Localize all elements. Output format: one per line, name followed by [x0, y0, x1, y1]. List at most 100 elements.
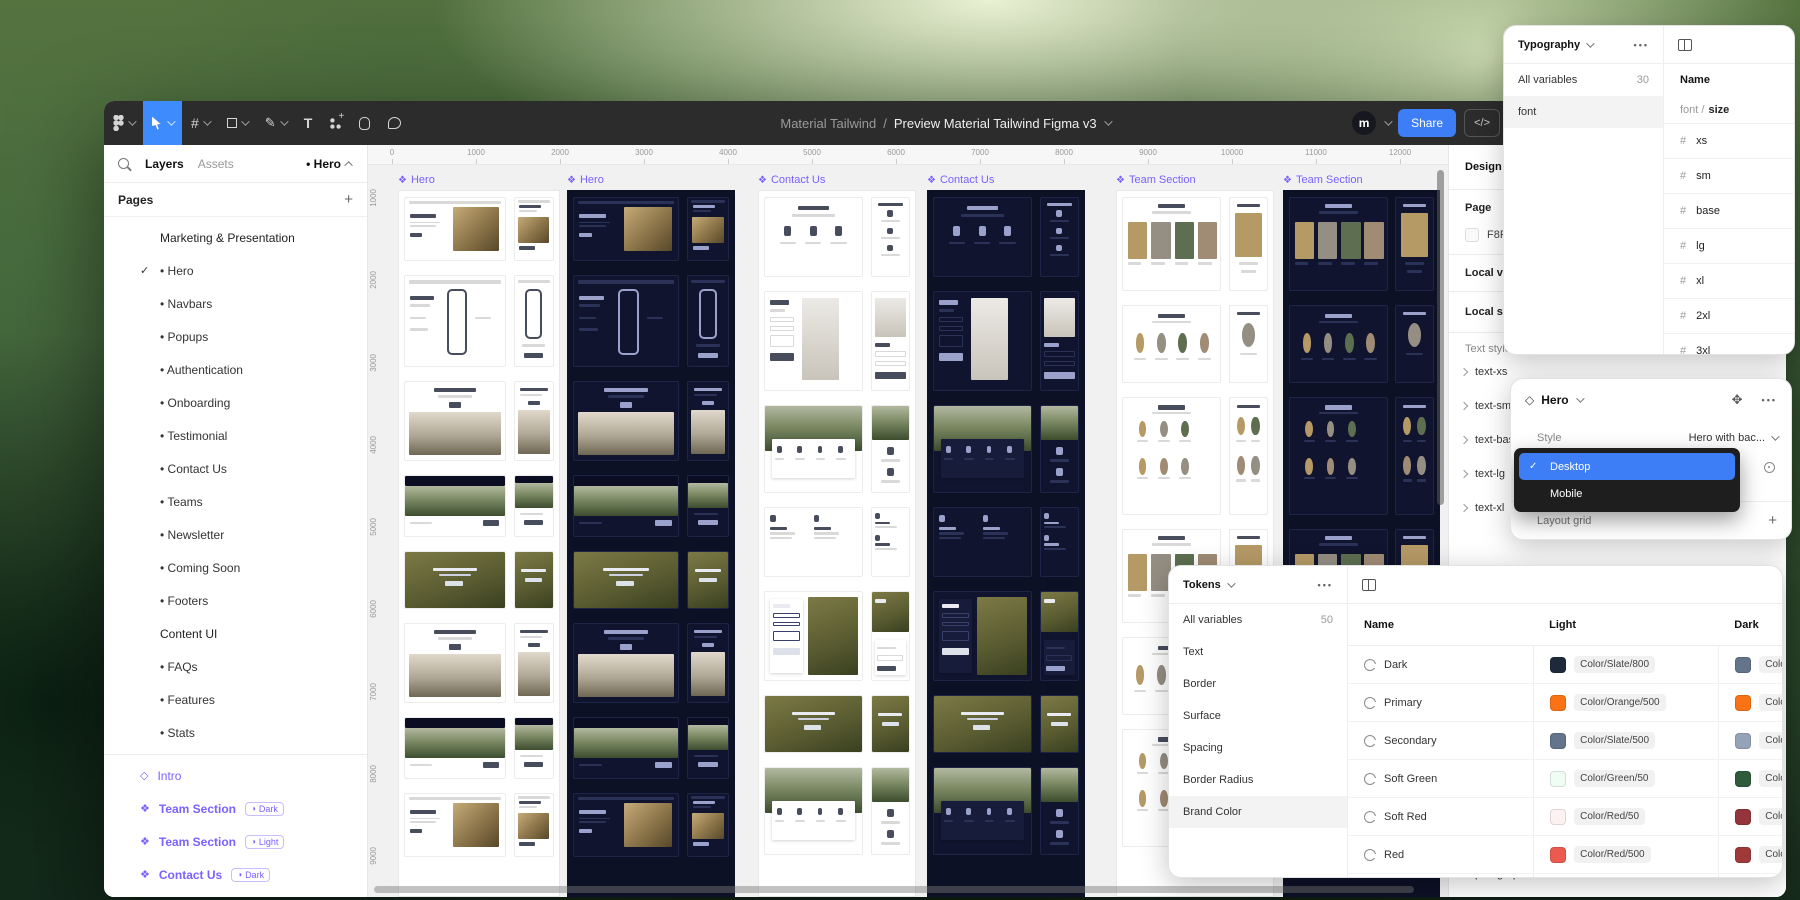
mobile-thumbnail[interactable] — [1395, 397, 1434, 515]
move-tool-button[interactable] — [143, 101, 182, 145]
desktop-thumbnail[interactable] — [933, 197, 1032, 277]
desktop-thumbnail[interactable] — [1122, 197, 1221, 291]
page-item[interactable]: • Footers — [104, 584, 367, 617]
variable-alias-chip[interactable]: Color/Green/50 — [1574, 770, 1654, 787]
dev-mode-toggle[interactable]: </> — [1464, 109, 1500, 137]
mobile-thumbnail[interactable] — [1040, 197, 1079, 277]
desktop-thumbnail[interactable] — [933, 405, 1032, 493]
variable-alias-chip[interactable]: Colo — [1759, 808, 1782, 825]
canvas-horizontal-scrollbar[interactable] — [374, 886, 1414, 893]
more-menu-icon[interactable]: ••• — [1762, 395, 1777, 405]
mobile-thumbnail[interactable] — [1040, 291, 1079, 391]
desktop-thumbnail[interactable] — [764, 405, 863, 493]
typography-title[interactable]: Typography — [1518, 39, 1580, 51]
page-item[interactable]: • FAQs — [104, 650, 367, 683]
mobile-thumbnail[interactable] — [514, 623, 555, 703]
desktop-thumbnail[interactable] — [764, 507, 863, 577]
frame-label[interactable]: ❖Contact Us — [927, 172, 1085, 188]
desktop-thumbnail[interactable] — [764, 591, 863, 681]
desktop-thumbnail[interactable] — [1122, 397, 1221, 515]
more-menu-icon[interactable]: ••• — [1318, 580, 1333, 590]
mobile-thumbnail[interactable] — [514, 197, 555, 261]
chevron-down-icon[interactable] — [1586, 39, 1594, 47]
chevron-down-icon[interactable] — [1104, 117, 1112, 125]
page-item[interactable]: • Contact Us — [104, 452, 367, 485]
mobile-thumbnail[interactable] — [871, 291, 910, 391]
desktop-thumbnail[interactable] — [1289, 197, 1388, 291]
page-item[interactable]: • Popups — [104, 320, 367, 353]
mobile-thumbnail[interactable] — [1040, 405, 1079, 493]
page-item[interactable]: • Coming Soon — [104, 551, 367, 584]
layout-toggle-icon[interactable] — [1362, 579, 1376, 591]
desktop-thumbnail[interactable] — [1122, 305, 1221, 383]
mobile-thumbnail[interactable] — [687, 717, 729, 779]
token-group-text[interactable]: Text — [1169, 636, 1347, 668]
frame-label[interactable]: ❖Team Section — [1116, 172, 1274, 188]
pen-tool-button[interactable]: ✎ — [256, 101, 295, 145]
desktop-thumbnail[interactable] — [764, 291, 863, 391]
mobile-thumbnail[interactable] — [687, 623, 729, 703]
desktop-thumbnail[interactable] — [404, 475, 506, 537]
mobile-thumbnail[interactable] — [514, 717, 555, 779]
frame-tool-button[interactable]: # — [182, 101, 218, 145]
layer-row[interactable]: ◇Intro — [104, 759, 367, 792]
chevron-down-icon[interactable] — [1771, 432, 1779, 440]
shape-tool-button[interactable] — [218, 101, 256, 145]
frame-label[interactable]: ❖Contact Us — [758, 172, 916, 188]
variable-alias-chip[interactable]: Colo — [1759, 732, 1782, 749]
group-font[interactable]: font — [1504, 96, 1663, 128]
style-settings-icon[interactable] — [1764, 462, 1775, 473]
page-item[interactable]: • Navbars — [104, 287, 367, 320]
mobile-thumbnail[interactable] — [514, 551, 555, 609]
page-item[interactable]: • Newsletter — [104, 518, 367, 551]
dropdown-item-mobile[interactable]: Mobile — [1519, 480, 1735, 507]
token-group-spacing[interactable]: Spacing — [1169, 732, 1347, 764]
desktop-thumbnail[interactable] — [933, 695, 1032, 753]
tab-layers[interactable]: Layers — [145, 157, 184, 171]
variable-alias-chip[interactable]: Color/Orange/500 — [1574, 694, 1666, 711]
page-item[interactable]: • Testimonial — [104, 419, 367, 452]
all-variables-row[interactable]: All variables 50 — [1169, 604, 1347, 636]
variable-alias-chip[interactable]: Color/Slate/500 — [1574, 732, 1655, 749]
mobile-thumbnail[interactable] — [514, 275, 555, 367]
mobile-thumbnail[interactable] — [1040, 507, 1079, 577]
mobile-thumbnail[interactable] — [1040, 695, 1079, 753]
mobile-thumbnail[interactable] — [687, 475, 729, 537]
comment-tool-button[interactable] — [379, 101, 410, 145]
token-group-surface[interactable]: Surface — [1169, 700, 1347, 732]
desktop-thumbnail[interactable] — [764, 767, 863, 855]
desktop-thumbnail[interactable] — [573, 275, 679, 367]
desktop-thumbnail[interactable] — [764, 695, 863, 753]
layout-toggle-icon[interactable] — [1678, 39, 1692, 51]
page-item[interactable]: • Onboarding — [104, 386, 367, 419]
page-color-swatch[interactable] — [1465, 228, 1479, 242]
hero-panel-title[interactable]: Hero — [1541, 393, 1568, 407]
desktop-thumbnail[interactable] — [573, 551, 679, 609]
mobile-thumbnail[interactable] — [1395, 197, 1434, 291]
desktop-thumbnail[interactable] — [404, 381, 506, 461]
artboard[interactable] — [398, 190, 560, 897]
current-page-chip[interactable]: • Hero — [306, 157, 353, 171]
desktop-thumbnail[interactable] — [573, 717, 679, 779]
mobile-thumbnail[interactable] — [687, 197, 729, 261]
tokens-title[interactable]: Tokens — [1183, 579, 1221, 591]
page-item[interactable]: • Stats — [104, 716, 367, 749]
resources-tool-button[interactable] — [321, 101, 350, 145]
token-group-border-radius[interactable]: Border Radius — [1169, 764, 1347, 796]
mobile-thumbnail[interactable] — [687, 793, 729, 857]
desktop-thumbnail[interactable] — [1289, 397, 1388, 515]
page-item[interactable]: • Teams — [104, 485, 367, 518]
mobile-thumbnail[interactable] — [1229, 305, 1268, 383]
token-row[interactable]: SecondaryColor/Slate/500Colo — [1348, 722, 1782, 760]
file-name[interactable]: Preview Material Tailwind Figma v3 — [894, 116, 1097, 131]
variable-row[interactable]: #2xl — [1664, 299, 1794, 334]
token-row[interactable]: RedColor/Red/500Colo — [1348, 836, 1782, 874]
desktop-thumbnail[interactable] — [404, 623, 506, 703]
mobile-thumbnail[interactable] — [871, 767, 910, 855]
artboard[interactable] — [927, 190, 1085, 897]
text-tool-button[interactable]: T — [295, 101, 322, 145]
variable-alias-chip[interactable]: Colo — [1759, 846, 1782, 863]
desktop-thumbnail[interactable] — [933, 291, 1032, 391]
layer-row[interactable]: ❖Contact Us◑Dark — [104, 858, 367, 891]
search-icon[interactable] — [118, 158, 129, 169]
